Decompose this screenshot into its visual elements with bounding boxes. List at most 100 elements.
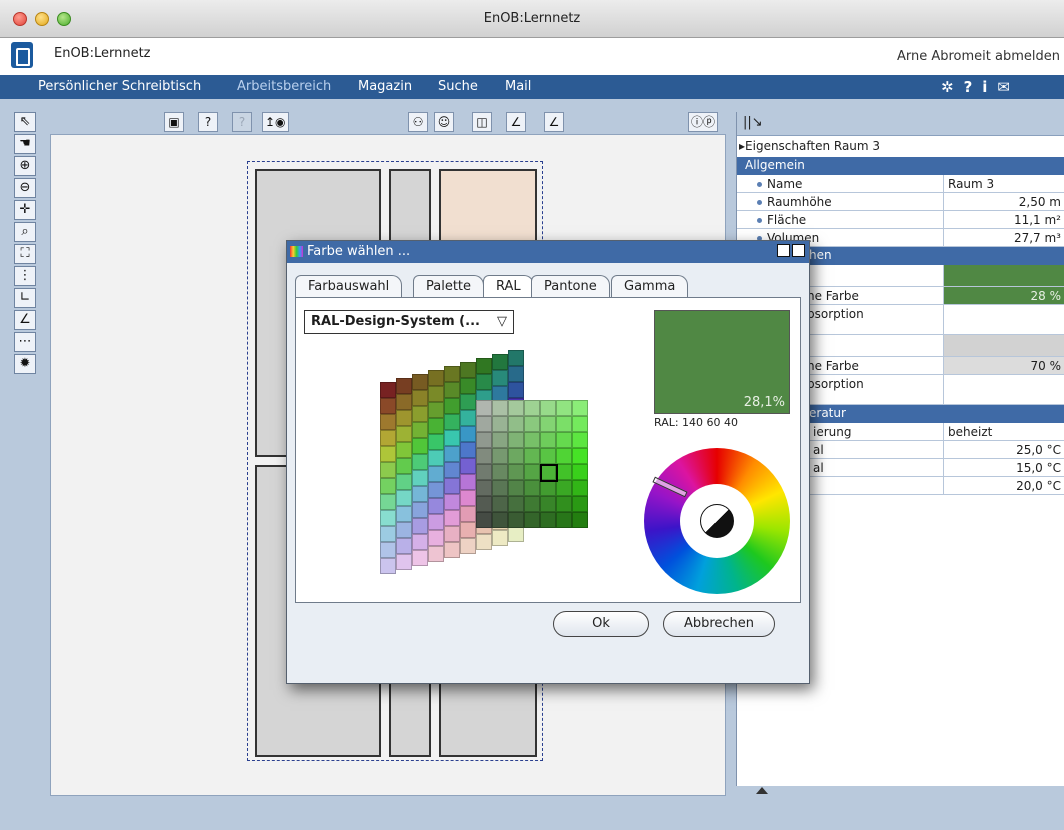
ral-cell[interactable] (460, 362, 476, 378)
ral-cell[interactable] (508, 432, 524, 448)
angle-icon[interactable]: ∟ (14, 288, 36, 308)
ral-cell[interactable] (476, 432, 492, 448)
grid-icon[interactable]: ⋮ (14, 266, 36, 286)
ral-cell[interactable] (508, 526, 524, 542)
ruler-icon[interactable]: ⋯ (14, 332, 36, 352)
ral-cell[interactable] (460, 490, 476, 506)
properties-tool-icon[interactable]: ||↘ (743, 115, 763, 130)
ral-cell[interactable] (412, 438, 428, 454)
ral-cell[interactable] (492, 496, 508, 512)
save-icon[interactable]: ▣ (164, 112, 184, 132)
ral-cell[interactable] (396, 538, 412, 554)
pan-hand-icon[interactable]: ☚ (14, 134, 36, 154)
ral-cell[interactable] (412, 502, 428, 518)
ral-cell[interactable] (476, 374, 492, 390)
prop-row-name[interactable]: Name Raum 3 (737, 175, 1064, 193)
ral-cell[interactable] (412, 534, 428, 550)
ral-cell[interactable] (444, 542, 460, 558)
ral-cell[interactable] (572, 432, 588, 448)
ral-cell[interactable] (476, 358, 492, 374)
ral-cell[interactable] (556, 480, 572, 496)
ral-cell[interactable] (444, 382, 460, 398)
nav-item-magazine[interactable]: Magazin (358, 79, 412, 94)
ral-cell[interactable] (476, 448, 492, 464)
ral-cell[interactable] (460, 506, 476, 522)
ral-cell[interactable] (428, 370, 444, 386)
ral-cell[interactable] (444, 494, 460, 510)
ral-cell[interactable] (572, 448, 588, 464)
ral-cell[interactable] (476, 512, 492, 528)
select-arrow-icon[interactable]: ⇖ (14, 112, 36, 132)
ral-cell[interactable] (428, 514, 444, 530)
ral-cell[interactable] (508, 416, 524, 432)
ral-cell[interactable] (412, 470, 428, 486)
ral-cell[interactable] (412, 374, 428, 390)
angle-line-icon[interactable]: ∠ (506, 112, 526, 132)
ral-cell[interactable] (412, 518, 428, 534)
ral-cell[interactable] (508, 400, 524, 416)
ral-cell[interactable] (492, 416, 508, 432)
ral-cell[interactable] (508, 512, 524, 528)
nav-item-workspace[interactable]: Arbeitsbereich (237, 79, 331, 94)
ral-cell[interactable] (556, 432, 572, 448)
ral-cell[interactable] (396, 474, 412, 490)
ral-cell[interactable] (508, 496, 524, 512)
ral-cell[interactable] (380, 478, 396, 494)
ral-cell[interactable] (444, 430, 460, 446)
ral-cell[interactable] (460, 522, 476, 538)
ral-cell[interactable] (396, 426, 412, 442)
ral-cell[interactable] (492, 354, 508, 370)
face-icon[interactable]: ☺ (434, 112, 454, 132)
settings-icon[interactable]: ✹ (14, 354, 36, 374)
angle-line2-icon[interactable]: ∠ (544, 112, 564, 132)
ral-cell[interactable] (412, 486, 428, 502)
ral-cell[interactable] (524, 464, 540, 480)
ral-cell[interactable] (460, 538, 476, 554)
ral-cell[interactable] (380, 382, 396, 398)
ral-cell[interactable] (508, 350, 524, 366)
nav-item-desk[interactable]: Persönlicher Schreibtisch (38, 79, 201, 94)
ral-cell[interactable] (396, 458, 412, 474)
ral-cell[interactable] (540, 496, 556, 512)
ral-cell[interactable] (476, 464, 492, 480)
ral-cell[interactable] (412, 454, 428, 470)
ral-cell[interactable] (428, 386, 444, 402)
ral-cell[interactable] (572, 512, 588, 528)
ral-cell[interactable] (380, 542, 396, 558)
window-icon[interactable]: ◫ (472, 112, 492, 132)
ral-cell[interactable] (540, 480, 556, 496)
ral-cell[interactable] (508, 464, 524, 480)
zoom-in-icon[interactable]: ⊕ (14, 156, 36, 176)
ral-cell[interactable] (396, 378, 412, 394)
ral-cell[interactable] (492, 400, 508, 416)
nav-item-search[interactable]: Suche (438, 79, 478, 94)
hue-marker[interactable] (652, 476, 688, 498)
ral-cell[interactable] (556, 464, 572, 480)
ral-cell[interactable] (460, 474, 476, 490)
ral-cell[interactable] (380, 414, 396, 430)
ral-cell[interactable] (540, 448, 556, 464)
move-icon[interactable]: ✛ (14, 200, 36, 220)
ral-cell[interactable] (492, 480, 508, 496)
ral-cell[interactable] (524, 496, 540, 512)
ral-cell[interactable] (396, 554, 412, 570)
ral-cell[interactable] (572, 464, 588, 480)
ral-cell[interactable] (396, 394, 412, 410)
ral-cell[interactable] (556, 400, 572, 416)
ral-cell[interactable] (492, 512, 508, 528)
prop-row-area[interactable]: Fläche 11,1 m² (737, 211, 1064, 229)
ral-cell[interactable] (380, 526, 396, 542)
cancel-button[interactable]: Abbrechen (663, 611, 775, 637)
mail-icon[interactable]: ✉ (997, 78, 1020, 96)
ral-cell[interactable] (508, 382, 524, 398)
help-icon[interactable]: ? (964, 78, 983, 96)
info-icon[interactable]: i (982, 78, 997, 96)
ral-cell[interactable] (460, 410, 476, 426)
ral-cell[interactable] (428, 418, 444, 434)
ral-cell[interactable] (460, 442, 476, 458)
tab-palette[interactable]: Palette (413, 275, 485, 297)
ral-cell[interactable] (380, 446, 396, 462)
ral-cell[interactable] (540, 400, 556, 416)
ral-cell[interactable] (524, 400, 540, 416)
color-system-select[interactable]: RAL-Design-System (... ▽ (304, 310, 514, 334)
